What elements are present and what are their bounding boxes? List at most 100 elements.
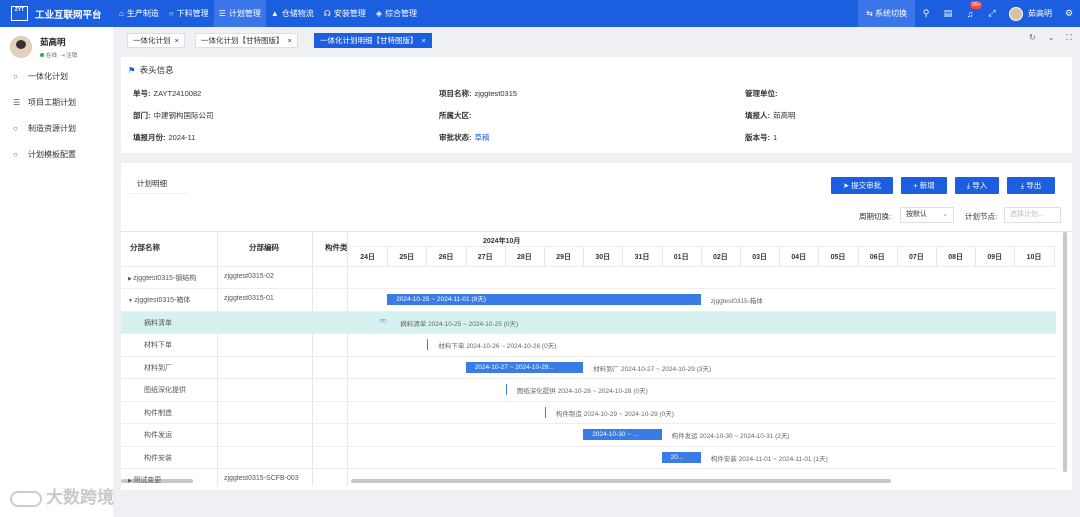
add-button[interactable]: + 新增 xyxy=(901,177,947,194)
online-dot-icon xyxy=(40,53,44,57)
search-icon[interactable]: ⚲ xyxy=(915,8,937,19)
circle-icon: ○ xyxy=(13,149,18,159)
headset-icon: ☊ xyxy=(323,9,331,18)
list-icon: ☰ xyxy=(13,97,21,107)
tabs-bar: 一体化计划 × 一体化计划【甘特图版】 × 一体化计划明细【甘特图版】 × ↻ ⌄ ⛶ xyxy=(113,27,1080,53)
table-row[interactable]: 构件制造 构件制造 2024-10-29 ~ 2024-10-29 (0天) xyxy=(121,400,1056,424)
fullscreen-icon[interactable]: ⤢ xyxy=(981,8,1003,19)
column-header-part-code: 分部编码 xyxy=(249,243,279,252)
gantt-task-marker[interactable] xyxy=(545,406,546,418)
gantt-task-label: zjggtest0315-箱体 xyxy=(710,298,763,305)
menu-item-3[interactable]: ▲ 仓储物流 xyxy=(266,0,319,27)
clock-icon: ○ xyxy=(168,9,174,18)
menu-item-1[interactable]: ○ 下料管理 xyxy=(164,0,214,27)
refresh-icon[interactable]: ↻ xyxy=(1029,33,1036,43)
table-row[interactable]: ▶ 测试变更 zjggtest0315-SCFB-003 xyxy=(121,468,1056,486)
expand-icon[interactable]: ⛶ xyxy=(1066,33,1072,43)
vertical-scrollbar[interactable] xyxy=(1063,232,1067,472)
sidebar-item-1[interactable]: ☰ 项目工期计划 xyxy=(0,89,113,115)
period-label: 周期切换: xyxy=(859,212,892,221)
gantt-task-bar[interactable]: 20... xyxy=(661,451,701,463)
gantt-day-header: 26日 xyxy=(438,254,454,261)
period-select[interactable]: 按默认 ⌄ xyxy=(900,207,954,223)
gantt-task-label: 构件发运 2024-10-30 ~ 2024-10-31 (2天) xyxy=(671,433,790,440)
close-icon[interactable]: × xyxy=(422,36,426,45)
plan-detail-panel: 计划明细 ➤ 提交审批 + 新增 ⤓ 导入 ⤓ 导出 周期切换: 按默认 ⌄ 计划… xyxy=(121,163,1072,490)
close-icon[interactable]: × xyxy=(288,36,292,45)
top-right-tools: ⇆ 系统切换 ⚲ ▤ ♫ 99+ ⤢ 茹高明 ⚙ xyxy=(858,0,1080,27)
table-row[interactable]: 材料下单 材料下单 2024-10-26 ~ 2024-10-26 (0天) xyxy=(121,333,1056,356)
gear-icon[interactable]: ⚙ xyxy=(1058,8,1080,19)
column-header-part-name: 分部名称 xyxy=(130,243,160,252)
gantt-task-bar[interactable]: 2024-10-25 ~ 2024-11-01 (8天) xyxy=(387,294,701,305)
gantt-task-marker[interactable] xyxy=(427,339,429,350)
field-approval: 审批状态: 草稿 xyxy=(439,133,490,142)
logo-mark: ZYT xyxy=(11,6,28,21)
avatar[interactable] xyxy=(10,36,32,58)
sidebar-item-0[interactable]: ○ 一体化计划 xyxy=(0,63,113,89)
table-row[interactable]: ▼ zjggtest0315-箱体 zjggtest0315-01 2024-10-… xyxy=(121,288,1056,311)
sidebar-nav: ○ 一体化计划 ☰ 项目工期计划 ○ 制造资源计划 ○ 计划模板配置 xyxy=(0,63,113,167)
gantt-day-header: 09日 xyxy=(987,254,1003,261)
node-label: 计划节点: xyxy=(965,212,998,221)
submit-approval-button[interactable]: ➤ 提交审批 xyxy=(831,177,893,194)
gantt-task-bar[interactable]: 2024-10-27 ~ 2024-10-29... xyxy=(465,361,584,373)
export-button[interactable]: ⤓ 导出 xyxy=(1007,177,1055,194)
menu-item-5[interactable]: ◈ 综合管理 xyxy=(371,0,422,27)
node-select[interactable]: 选择计划... xyxy=(1004,207,1061,223)
app-logo[interactable]: ZYT 工业互联网平台 xyxy=(0,6,114,21)
divider xyxy=(129,193,189,194)
gantt-task-bar[interactable]: 2024-10-30 ~ ... xyxy=(583,429,662,440)
approval-status[interactable]: 草稿 xyxy=(475,133,490,142)
switch-icon: ⇆ xyxy=(866,9,875,18)
gantt-day-header: 25日 xyxy=(399,254,415,261)
menu-item-2[interactable]: ☰ 计划管理 xyxy=(213,0,266,27)
gantt-task-label: 材料到厂 2024-10-27 ~ 2024-10-29 (3天) xyxy=(593,365,712,373)
sidebar-user: 茹高明 在线 ⇥ 注销 xyxy=(0,27,113,63)
field-doc-no: 单号: ZAYT2410082 xyxy=(133,89,202,98)
row-name: ▶ zjggtest0315-钢结构 xyxy=(128,274,197,282)
user-name[interactable]: 茹高明 xyxy=(1028,8,1052,19)
gantt-day-header: 28日 xyxy=(516,254,532,261)
sidebar: 茹高明 在线 ⇥ 注销 ○ 一体化计划 ☰ 项目工期计划 ○ 制造资源计划 ○ 计划模板配置 xyxy=(0,27,113,517)
close-icon[interactable]: × xyxy=(175,36,179,45)
gantt-task-marker[interactable] xyxy=(505,384,507,395)
watermark: 大数跨境 xyxy=(10,483,114,508)
sidebar-item-2[interactable]: ○ 制造资源计划 xyxy=(0,115,113,141)
table-row[interactable]: 图纸深化提供 图纸深化提供 2024-10-28 ~ 2024-10-28 (0天… xyxy=(121,378,1056,401)
table-row[interactable]: 构件发运 2024-10-30 ~ ... 构件发运 2024-10-30 ~ 20… xyxy=(121,423,1056,446)
gantt-task-label: 构件安装 2024-11-01 ~ 2024-11-01 (1天) xyxy=(710,455,828,463)
gantt-day-header: 01日 xyxy=(673,254,689,261)
table-row[interactable]: 摘料清单 ○○ 摘料清单 2024-10-25 ~ 2024-10-25 (0天) xyxy=(121,310,1056,333)
import-button[interactable]: ⤓ 导入 xyxy=(955,177,999,194)
bell-icon[interactable]: ♫ 99+ xyxy=(959,0,983,19)
layers-icon: ◈ xyxy=(375,9,383,18)
menu-item-4[interactable]: ☊ 安装管理 xyxy=(319,0,371,27)
document-icon[interactable]: ▤ xyxy=(937,8,959,19)
table-row[interactable]: 材料到厂 2024-10-27 ~ 2024-10-29... 材料到厂 2024-… xyxy=(121,355,1056,379)
field-mgmt-unit: 管理单位: xyxy=(745,89,778,98)
gantt-day-header: 30日 xyxy=(595,254,611,261)
row-name: 图纸深化提供 xyxy=(144,387,186,394)
chevron-down-icon: ⌄ xyxy=(942,211,948,218)
sidebar-item-3[interactable]: ○ 计划模板配置 xyxy=(0,141,113,167)
tab-integrated-plan[interactable]: 一体化计划 × xyxy=(127,33,185,48)
gantt-task-label: 摘料清单 2024-10-25 ~ 2024-10-25 (0天) xyxy=(400,320,519,328)
table-row[interactable]: ▶ zjggtest0315-钢结构 zjggtest0315-02 xyxy=(121,265,1056,289)
row-code: zjggtest0315-SCFB-003 xyxy=(224,475,299,482)
milestone-icon[interactable]: ○○ xyxy=(379,316,387,325)
main-menu: ⌂ 生产制造 ○ 下料管理 ☰ 计划管理 ▲ 仓储物流 ☊ 安装管理 ◈ 综合管理 xyxy=(114,0,422,27)
app-title: 工业互联网平台 xyxy=(35,9,102,21)
logout-link[interactable]: 注销 xyxy=(66,53,77,59)
chevron-down-icon[interactable]: ⌄ xyxy=(1048,33,1055,43)
system-switch-button[interactable]: ⇆ 系统切换 xyxy=(858,0,915,27)
avatar[interactable] xyxy=(1009,6,1023,21)
tab-plan-detail-gantt[interactable]: 一体化计划明细【甘特图版】 × xyxy=(314,33,432,48)
menu-item-0[interactable]: ⌂ 生产制造 xyxy=(114,0,164,27)
list-icon: ☰ xyxy=(218,9,226,18)
row-name: 材料下单 xyxy=(144,342,172,349)
table-row[interactable]: 构件安装 20... 构件安装 2024-11-01 ~ 2024-11-01 (1… xyxy=(121,445,1056,469)
field-reporter: 填报人: 茹高明 xyxy=(745,111,796,120)
tab-integrated-plan-gantt[interactable]: 一体化计划【甘特图版】 × xyxy=(195,33,298,48)
field-month: 填报月份: 2024-11 xyxy=(133,133,196,142)
